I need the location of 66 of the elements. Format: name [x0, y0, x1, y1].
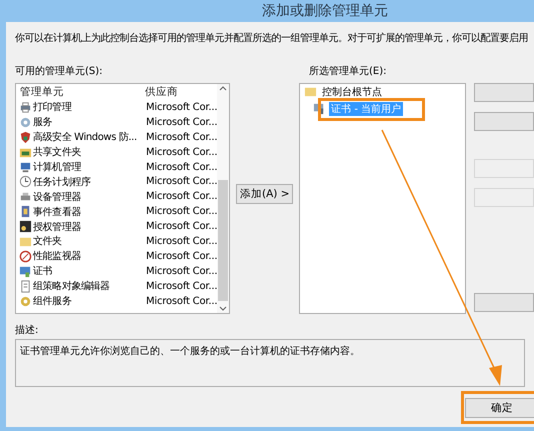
snapin-name: 证书	[33, 264, 52, 278]
vendor-text: Microsoft Cor...	[146, 206, 218, 218]
snapin-row[interactable]: 事件查看器 Microsoft Cor...	[16, 204, 218, 220]
vendor-text: Microsoft Cor...	[146, 221, 218, 232]
snapin-name: 共享文件夹	[33, 146, 82, 160]
folder-icon	[304, 85, 318, 98]
snapin-name: 高级安全 Windows 防...	[33, 130, 137, 144]
gear-icon	[19, 116, 32, 129]
tree-item[interactable]: 控制台根节点	[320, 84, 384, 98]
vendor-text: Microsoft Cor...	[146, 176, 218, 188]
ok-button[interactable]: 确定	[465, 398, 534, 418]
snapin-row[interactable]: 组件服务 Microsoft Cor...	[16, 294, 218, 308]
side-button[interactable]	[474, 112, 534, 131]
snapin-name: 授权管理器	[33, 220, 82, 234]
snapin-row[interactable]: 高级安全 Windows 防... Microsoft Cor...	[16, 130, 218, 145]
vendor-text: Microsoft Cor...	[146, 236, 218, 247]
snapin-name: 组件服务	[33, 295, 72, 308]
side-button[interactable]	[474, 293, 534, 312]
window-title: 添加或删除管理单元	[262, 2, 388, 20]
snapin-name: 打印管理	[33, 100, 72, 114]
snapin-row[interactable]: 证书 Microsoft Cor...	[16, 264, 218, 279]
snapin-row[interactable]: 性能监视器 Microsoft Cor...	[16, 248, 218, 264]
vendor-text: Microsoft Cor...	[146, 162, 218, 172]
add-button[interactable]: 添加(A) >	[236, 184, 294, 204]
gear-icon	[19, 294, 32, 308]
snapin-name: 性能监视器	[33, 250, 82, 264]
shield-icon	[19, 130, 32, 144]
printer-icon	[19, 100, 32, 114]
selected-label: 所选管理单元(E):	[309, 64, 388, 78]
description-text: 证书管理单元允许你浏览自己的、一个服务的或一台计算机的证书存储内容。	[20, 346, 360, 357]
snapin-row[interactable]: 打印管理 Microsoft Cor...	[16, 100, 218, 115]
vendor-text: Microsoft Cor...	[146, 250, 218, 262]
instruction-text: 你可以在计算机上为此控制台选择可用的管理单元并配置所选的一组管理单元。对于可扩展的管理单元，你可以配置要启用	[15, 32, 529, 45]
snapin-name: 设备管理器	[33, 190, 82, 204]
column-header[interactable]: 供应商	[145, 85, 218, 99]
available-label: 可用的管理单元(S):	[15, 64, 104, 78]
scrollbar-thumb[interactable]	[218, 180, 228, 301]
snapin-row[interactable]: 文件夹 Microsoft Cor...	[16, 234, 218, 249]
snapin-name: 组策略对象编辑器	[33, 280, 110, 294]
certificate-icon	[19, 264, 32, 278]
side-button[interactable]	[474, 83, 534, 102]
vendor-text: Microsoft Cor...	[146, 146, 218, 158]
vendor-text: Microsoft Cor...	[146, 102, 218, 113]
description-label: 描述:	[15, 325, 38, 336]
vendor-text: Microsoft Cor...	[146, 266, 218, 277]
vendor-text: Microsoft Cor...	[146, 280, 218, 292]
snapin-row[interactable]: 任务计划程序 Microsoft Cor...	[16, 174, 218, 190]
vendor-text: Microsoft Cor...	[146, 296, 218, 307]
snapin-row[interactable]: 组策略对象编辑器 Microsoft Cor...	[16, 278, 218, 294]
snapin-name: 任务计划程序	[33, 176, 91, 189]
snapin-row[interactable]: 服务 Microsoft Cor...	[16, 114, 218, 130]
column-header[interactable]: 管理单元	[20, 85, 145, 99]
clock-icon	[19, 175, 32, 188]
document-icon	[19, 280, 32, 293]
snapin-row[interactable]: 授权管理器 Microsoft Cor...	[16, 219, 218, 234]
vendor-text: Microsoft Cor...	[146, 191, 218, 202]
snapin-row[interactable]: 共享文件夹 Microsoft Cor...	[16, 144, 218, 160]
snapin-name: 服务	[33, 116, 52, 130]
vendor-text: Microsoft Cor...	[146, 116, 218, 128]
computer-icon	[19, 160, 32, 174]
snapin-name: 事件查看器	[33, 206, 82, 219]
snapin-name: 文件夹	[33, 234, 62, 248]
snapin-row[interactable]: 设备管理器 Microsoft Cor...	[16, 189, 218, 204]
snapin-name: 计算机管理	[33, 160, 82, 174]
snapin-row[interactable]: 计算机管理 Microsoft Cor...	[16, 160, 218, 174]
vendor-text: Microsoft Cor...	[146, 132, 218, 143]
